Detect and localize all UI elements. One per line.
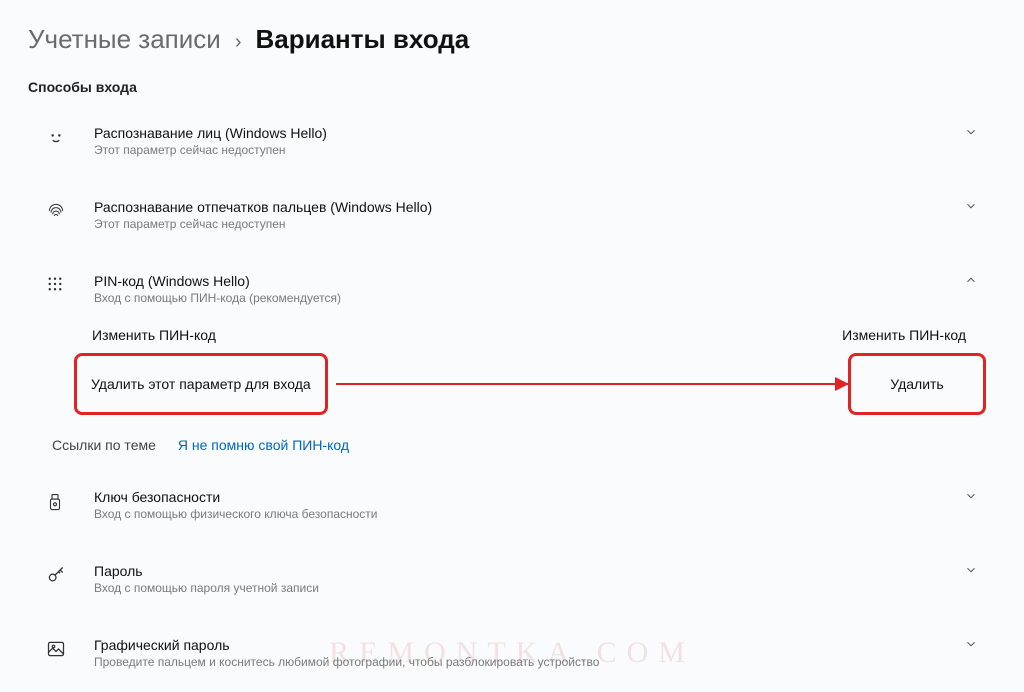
breadcrumb-parent[interactable]: Учетные записи (28, 24, 221, 55)
remove-pin-button[interactable]: Удалить (848, 353, 986, 415)
key-icon (46, 563, 94, 585)
annotation-arrow (336, 383, 848, 385)
option-pin-sub: Вход с помощью ПИН-кода (рекомендуется) (94, 291, 956, 305)
chevron-down-icon (956, 199, 986, 213)
remove-pin-option-box[interactable]: Удалить этот параметр для входа (74, 353, 328, 415)
option-password-title: Пароль (94, 563, 956, 579)
chevron-up-icon (956, 273, 986, 287)
option-fingerprint-title: Распознавание отпечатков пальцев (Window… (94, 199, 956, 215)
option-password[interactable]: Пароль Вход с помощью пароля учетной зап… (28, 551, 996, 607)
forgot-pin-link[interactable]: Я не помню свой ПИН-код (178, 437, 349, 453)
option-picture-sub: Проведите пальцем и коснитесь любимой фо… (94, 655, 956, 669)
option-picture-password[interactable]: Графический пароль Проведите пальцем и к… (28, 625, 996, 681)
related-links-label: Ссылки по теме (52, 437, 156, 453)
option-face-sub: Этот параметр сейчас недоступен (94, 143, 956, 157)
option-face[interactable]: Распознавание лиц (Windows Hello) Этот п… (28, 113, 996, 169)
pin-links-row: Ссылки по теме Я не помню свой ПИН-код (28, 415, 996, 477)
chevron-down-icon (956, 563, 986, 577)
option-password-sub: Вход с помощью пароля учетной записи (94, 581, 956, 595)
change-pin-label-left: Изменить ПИН-код (92, 327, 216, 343)
option-pin[interactable]: PIN-код (Windows Hello) Вход с помощью П… (28, 261, 996, 317)
option-picture-title: Графический пароль (94, 637, 956, 653)
change-pin-label-right: Изменить ПИН-код (842, 327, 966, 343)
breadcrumb: Учетные записи › Варианты входа (28, 24, 996, 55)
face-icon (46, 125, 94, 147)
option-pin-title: PIN-код (Windows Hello) (94, 273, 956, 289)
option-seckey-title: Ключ безопасности (94, 489, 956, 505)
option-seckey-sub: Вход с помощью физического ключа безопас… (94, 507, 956, 521)
chevron-down-icon (956, 125, 986, 139)
option-face-title: Распознавание лиц (Windows Hello) (94, 125, 956, 141)
fingerprint-icon (46, 199, 94, 221)
chevron-down-icon (956, 637, 986, 651)
section-heading: Способы входа (28, 79, 996, 95)
usb-key-icon (46, 489, 94, 513)
option-fingerprint-sub: Этот параметр сейчас недоступен (94, 217, 956, 231)
picture-icon (46, 637, 94, 659)
breadcrumb-current: Варианты входа (255, 24, 469, 55)
option-security-key[interactable]: Ключ безопасности Вход с помощью физичес… (28, 477, 996, 533)
option-fingerprint[interactable]: Распознавание отпечатков пальцев (Window… (28, 187, 996, 243)
pin-keypad-icon (46, 273, 94, 293)
pin-expanded-area: Изменить ПИН-код Изменить ПИН-код Удалит… (82, 317, 986, 415)
chevron-right-icon: › (235, 31, 242, 54)
chevron-down-icon (956, 489, 986, 503)
